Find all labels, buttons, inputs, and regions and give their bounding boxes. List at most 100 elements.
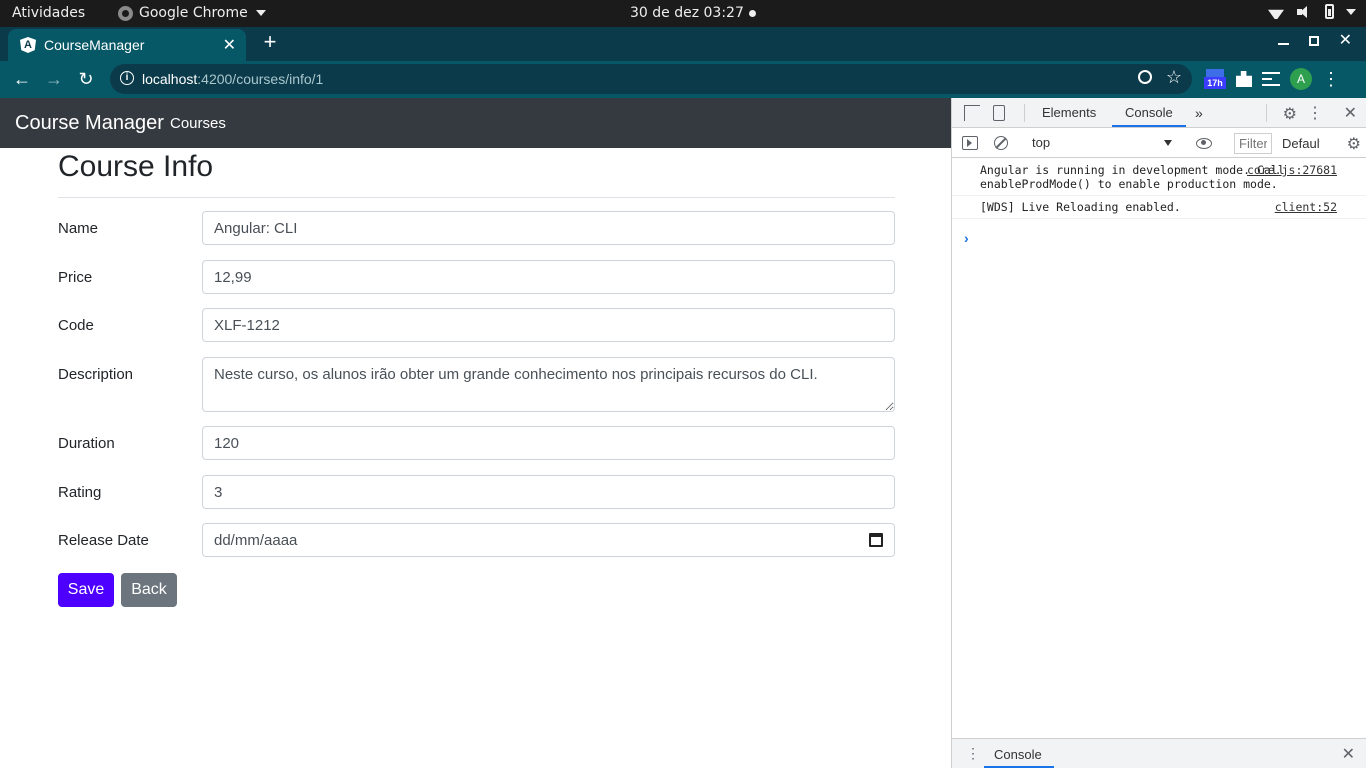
close-window-icon[interactable]: ✕ [1339, 33, 1352, 49]
system-top-bar: Atividades Google Chrome 30 de dez 03:27 [0, 0, 1366, 27]
chevron-down-icon [1164, 140, 1172, 146]
description-row: Description Neste curso, os alunos irão … [58, 357, 895, 412]
wifi-icon [1267, 5, 1285, 19]
console-message: [WDS] Live Reloading enabled. client:52 [952, 196, 1366, 219]
back-arrow-icon[interactable]: ← [12, 69, 32, 89]
live-expression-eye-icon[interactable] [1196, 138, 1212, 149]
clear-console-icon[interactable] [994, 136, 1008, 150]
browser-toolbar: ← → ↻ i localhost:4200/courses/info/1 ☆ … [0, 61, 1366, 98]
release-date-input[interactable]: dd/mm/aaaa [202, 523, 895, 557]
name-input[interactable]: Angular: CLI [202, 211, 895, 245]
course-info-form: Course Info Name Angular: CLI Price 12,9… [58, 148, 895, 607]
system-tray[interactable] [1267, 4, 1356, 19]
code-label: Code [58, 317, 94, 334]
console-message-body: [WDS] Live Reloading enabled. [980, 200, 1181, 214]
description-textarea[interactable]: Neste curso, os alunos irão obter um gra… [202, 357, 895, 412]
code-input[interactable]: XLF-1212 [202, 308, 895, 342]
page-title: Course Info [58, 150, 895, 198]
chrome-icon [118, 5, 133, 21]
forward-arrow-icon[interactable]: → [44, 69, 64, 89]
tab-elements[interactable]: Elements [1042, 105, 1096, 120]
save-button[interactable]: Save [58, 573, 114, 607]
console-prompt-chevron-icon[interactable]: › [964, 230, 969, 246]
release-date-label: Release Date [58, 532, 149, 549]
console-message-source[interactable]: core.js:27681 [1247, 163, 1337, 177]
close-drawer-icon[interactable]: ✕ [1342, 744, 1355, 764]
back-button[interactable]: Back [121, 573, 177, 607]
notification-dot-icon [749, 10, 756, 17]
app-menu[interactable]: Google Chrome [118, 5, 266, 21]
extensions-puzzle-icon[interactable] [1236, 71, 1252, 87]
devtools-tab-bar: Elements Console » ⚙ ⋮ ✕ [952, 98, 1366, 128]
rating-label: Rating [58, 484, 102, 501]
url-host: localhost [142, 71, 198, 87]
duration-input[interactable]: 120 [202, 426, 895, 460]
gear-icon[interactable]: ⚙ [1283, 104, 1297, 124]
log-levels-selector[interactable]: Default levels [1282, 136, 1320, 151]
extension-badge-icon[interactable]: 17h [1204, 67, 1226, 91]
app-menu-label: Google Chrome [139, 5, 248, 21]
toolbar-divider [1266, 104, 1267, 122]
reload-icon[interactable]: ↻ [76, 69, 96, 89]
chrome-menu-icon[interactable]: ⋮ [1322, 70, 1340, 88]
price-row: Price 12,99 [58, 260, 895, 309]
new-tab-button[interactable]: + [260, 31, 280, 55]
name-label: Name [58, 220, 99, 237]
context-selector[interactable]: top [1032, 135, 1172, 153]
zoom-icon[interactable] [1138, 70, 1152, 84]
tab-title: CourseManager [44, 37, 145, 53]
tab-console[interactable]: Console [1125, 105, 1173, 120]
console-messages: Angular is running in development mode. … [952, 159, 1366, 219]
console-filter-bar: top Default levels ⚙ [952, 129, 1366, 158]
bookmark-star-icon[interactable]: ☆ [1166, 67, 1182, 88]
navbar-brand[interactable]: Course Manager [15, 112, 164, 135]
angular-favicon-icon: A [20, 37, 36, 53]
devtools-panel: Elements Console » ⚙ ⋮ ✕ top Default lev… [951, 98, 1366, 768]
extension-badge-count: 17h [1204, 77, 1226, 89]
drawer-menu-icon[interactable]: ⋮ [966, 745, 980, 762]
inspect-element-icon[interactable] [964, 105, 980, 121]
close-tab-icon[interactable]: ✕ [223, 35, 236, 55]
volume-icon [1297, 5, 1313, 19]
chevron-down-icon [1346, 8, 1356, 15]
calendar-icon[interactable] [869, 533, 883, 547]
console-message-body: Angular is running in development mode. … [980, 163, 1285, 191]
console-sidebar-icon[interactable] [962, 136, 978, 150]
app-navbar: Course Manager Courses [0, 98, 951, 148]
more-tabs-icon[interactable]: » [1195, 105, 1203, 121]
activities-button[interactable]: Atividades [12, 5, 85, 21]
browser-tab[interactable]: A CourseManager ✕ [8, 29, 246, 61]
extensions-area: 17h A ⋮ [1204, 67, 1340, 91]
chevron-down-icon [255, 10, 266, 16]
name-row: Name Angular: CLI [58, 211, 895, 260]
address-bar[interactable]: i localhost:4200/courses/info/1 ☆ [110, 64, 1192, 94]
system-clock[interactable]: 30 de dez 03:27 [630, 5, 744, 21]
rating-input[interactable]: 3 [202, 475, 895, 509]
battery-icon [1325, 4, 1334, 19]
drawer-tab-console[interactable]: Console [994, 747, 1042, 762]
rating-row: Rating 3 [58, 475, 895, 524]
maximize-icon[interactable] [1308, 36, 1319, 46]
devtools-menu-icon[interactable]: ⋮ [1307, 103, 1323, 123]
description-label: Description [58, 366, 134, 383]
profile-avatar[interactable]: A [1290, 68, 1312, 90]
site-info-icon[interactable]: i [120, 71, 134, 85]
active-tab-indicator [1112, 125, 1186, 127]
device-toolbar-icon[interactable] [993, 105, 1005, 121]
media-controls-icon[interactable] [1262, 72, 1280, 86]
price-label: Price [58, 269, 93, 286]
page-viewport: Course Manager Courses Course Info Name … [0, 98, 951, 768]
console-settings-gear-icon[interactable]: ⚙ [1347, 134, 1361, 154]
window-controls: ✕ [1277, 33, 1352, 49]
close-devtools-icon[interactable]: ✕ [1344, 103, 1357, 123]
console-filter-input[interactable] [1234, 133, 1272, 154]
minimize-icon[interactable] [1277, 43, 1289, 45]
extension-bar [1206, 69, 1224, 77]
price-input[interactable]: 12,99 [202, 260, 895, 294]
url-text: localhost:4200/courses/info/1 [142, 71, 323, 87]
nav-link-courses[interactable]: Courses [170, 115, 226, 132]
console-message-source[interactable]: client:52 [1275, 200, 1337, 214]
url-path: :4200/courses/info/1 [197, 71, 324, 87]
context-value: top [1032, 135, 1051, 150]
toolbar-divider [1024, 104, 1025, 122]
